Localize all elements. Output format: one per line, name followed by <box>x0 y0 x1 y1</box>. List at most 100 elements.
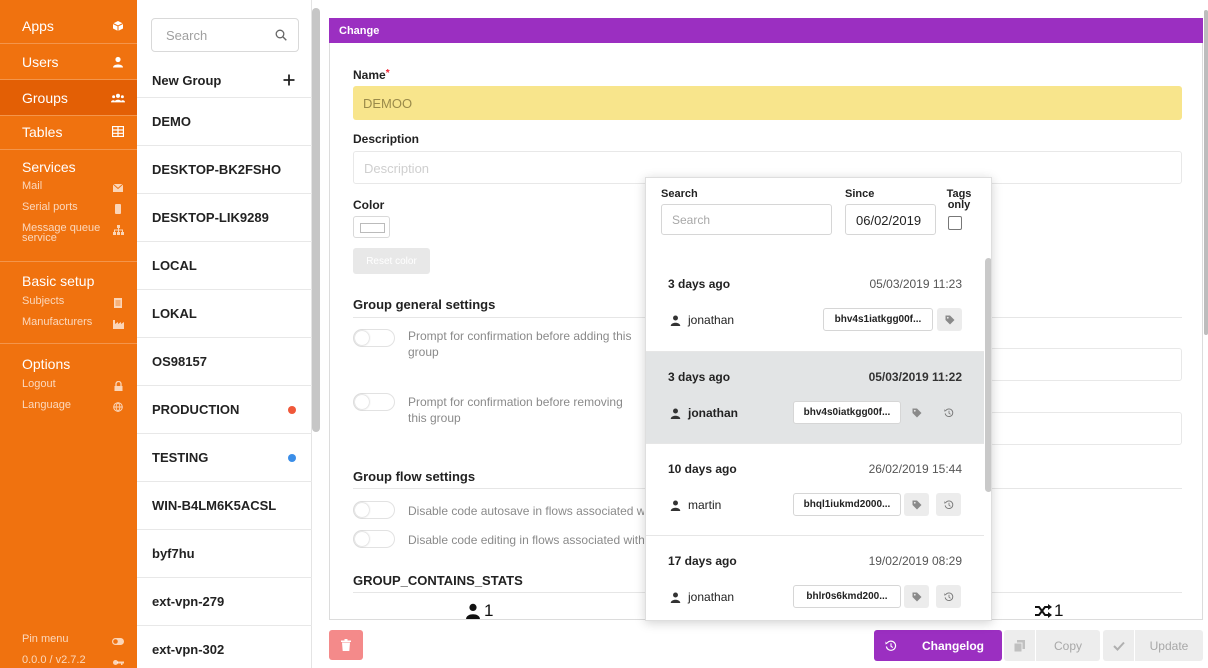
changelog-entry[interactable]: 17 days ago 19/02/2019 08:29 jonathan bhlr0… <box>646 535 984 620</box>
changelog-popup: Search Since Tags only Search 06/02/2019… <box>645 177 992 621</box>
serial-port-icon <box>111 202 125 216</box>
sidebar-item-label: Mail <box>22 180 43 192</box>
users-count: 1 <box>484 601 494 620</box>
status-dot <box>288 453 296 462</box>
sidebar-item-label: Groups <box>22 89 68 106</box>
group-name: DEMO <box>152 114 191 129</box>
group-name: byf7hu <box>152 546 195 561</box>
entry-user: jonathan <box>668 313 734 327</box>
tag-icon <box>910 498 924 512</box>
changelog-button[interactable]: Changelog <box>874 630 1002 661</box>
disable-autosave-toggle[interactable] <box>353 501 395 519</box>
search-icon <box>274 28 288 42</box>
entry-username: martin <box>688 498 722 512</box>
entry-hash-button[interactable]: bhlr0s6kmd200... <box>793 585 901 608</box>
tags-only-label: Tags only <box>946 188 972 211</box>
group-name: WIN-B4LM6K5ACSL <box>152 498 277 513</box>
entry-timestamp: 19/02/2019 08:29 <box>868 554 962 568</box>
sidebar-item-users[interactable]: Users <box>0 44 137 79</box>
entry-restore-button[interactable] <box>936 585 961 608</box>
sidebar-item-language[interactable]: Language <box>0 400 137 414</box>
group-list-item[interactable]: ext-vpn-302 <box>137 625 312 668</box>
sidebar-item-mail[interactable]: Mail <box>0 181 137 195</box>
sidebar-item-manufacturers[interactable]: Manufacturers <box>0 317 137 331</box>
version-label: 0.0.0 / v2.7.2 <box>22 654 86 666</box>
delete-button[interactable] <box>329 630 363 660</box>
sidebar-item-groups[interactable]: Groups <box>0 80 137 115</box>
name-label: Name* <box>353 68 390 82</box>
history-icon <box>942 590 956 604</box>
setting-value-field[interactable] <box>990 412 1182 445</box>
disable-editing-toggle[interactable] <box>353 530 395 548</box>
color-picker[interactable] <box>353 216 390 238</box>
sidebar-item-message-queue[interactable]: Message queue service <box>0 223 137 244</box>
name-input[interactable]: DEMOO <box>353 86 1182 120</box>
group-list-item[interactable]: DESKTOP-LIK9289 <box>137 193 312 241</box>
entry-user: jonathan <box>668 590 734 604</box>
group-list-item[interactable]: DESKTOP-BK2FSHO <box>137 145 312 193</box>
flows-stat: 1 <box>1034 601 1063 621</box>
description-label: Description <box>353 132 420 146</box>
version-info: 0.0.0 / v2.7.2 <box>0 655 137 668</box>
changelog-scrollbar[interactable] <box>985 258 991 492</box>
group-name: PRODUCTION <box>152 402 240 417</box>
group-list-scrollbar[interactable] <box>312 8 320 432</box>
entry-tag-button[interactable] <box>937 308 962 331</box>
page-scrollbar[interactable] <box>1204 10 1208 335</box>
entry-hash-button[interactable]: bhv4s0iatkgg00f... <box>793 401 901 424</box>
group-name: TESTING <box>152 450 209 465</box>
sidebar-item-label: Apps <box>22 17 54 34</box>
entry-tag-button[interactable] <box>904 401 929 424</box>
group-list-item[interactable]: WIN-B4LM6K5ACSL <box>137 481 312 529</box>
sidebar-item-serial-ports[interactable]: Serial ports <box>0 202 137 216</box>
sidebar-item-tables[interactable]: Tables <box>0 114 137 149</box>
color-label: Color <box>353 198 385 212</box>
sidebar-item-logout[interactable]: Logout <box>0 379 137 393</box>
group-list-item[interactable]: ext-vpn-279 <box>137 577 312 625</box>
general-settings-heading: Group general settings <box>353 297 496 312</box>
sidebar-item-apps[interactable]: Apps <box>0 8 137 43</box>
table-icon <box>111 125 125 139</box>
changelog-entry[interactable]: 10 days ago 26/02/2019 15:44 martin bhql1iu… <box>646 443 984 535</box>
changelog-entry[interactable]: 3 days ago 05/03/2019 11:23 jonathan bhv4s1… <box>646 259 984 351</box>
pin-menu-toggle[interactable]: Pin menu <box>0 634 137 648</box>
sidebar-item-subjects[interactable]: Subjects <box>0 296 137 310</box>
changelog-entry[interactable]: 3 days ago 05/03/2019 11:22 jonathan bhv4s0… <box>646 351 984 443</box>
entry-restore-button[interactable] <box>936 401 961 424</box>
entry-user: martin <box>668 498 721 512</box>
entry-username: jonathan <box>688 313 735 327</box>
group-list-item[interactable]: PRODUCTION <box>137 385 312 433</box>
group-search-input[interactable]: Search <box>151 18 299 52</box>
group-list-item[interactable]: OS98157 <box>137 337 312 385</box>
copy-button[interactable]: Copy <box>1004 630 1100 661</box>
stats-heading: GROUP_CONTAINS_STATS <box>353 573 523 588</box>
sitemap-icon <box>111 223 125 237</box>
entry-tag-button[interactable] <box>904 585 929 608</box>
entry-timestamp: 05/03/2019 11:23 <box>869 277 962 291</box>
since-date-input[interactable]: 06/02/2019 <box>845 204 936 235</box>
key-icon <box>111 655 125 668</box>
changelog-search-input[interactable]: Search <box>661 204 832 235</box>
basic-setup-heading: Basic setup <box>22 273 95 289</box>
confirm-add-toggle[interactable] <box>353 329 395 347</box>
setting-value-field[interactable] <box>990 348 1182 381</box>
group-list-item[interactable]: TESTING <box>137 433 312 481</box>
group-name: LOKAL <box>152 306 197 321</box>
group-list-item[interactable]: DEMO <box>137 97 312 145</box>
tags-only-checkbox[interactable] <box>948 216 962 230</box>
factory-icon <box>111 317 125 331</box>
entry-restore-button[interactable] <box>936 493 961 516</box>
confirm-remove-toggle[interactable] <box>353 393 395 411</box>
update-button[interactable]: Update <box>1103 630 1203 661</box>
group-list-item[interactable]: LOKAL <box>137 289 312 337</box>
entry-relative-time: 3 days ago <box>668 277 731 291</box>
group-list-item[interactable]: byf7hu <box>137 529 312 577</box>
group-list-item[interactable]: LOCAL <box>137 241 312 289</box>
sidebar-item-label: Users <box>22 53 59 70</box>
reset-color-button[interactable]: Reset color <box>353 248 430 274</box>
group-name: ext-vpn-302 <box>152 642 225 657</box>
entry-hash-button[interactable]: bhql1iukmd2000... <box>793 493 901 516</box>
entry-hash-button[interactable]: bhv4s1iatkgg00f... <box>823 308 933 331</box>
entry-tag-button[interactable] <box>904 493 929 516</box>
globe-icon <box>111 400 125 414</box>
